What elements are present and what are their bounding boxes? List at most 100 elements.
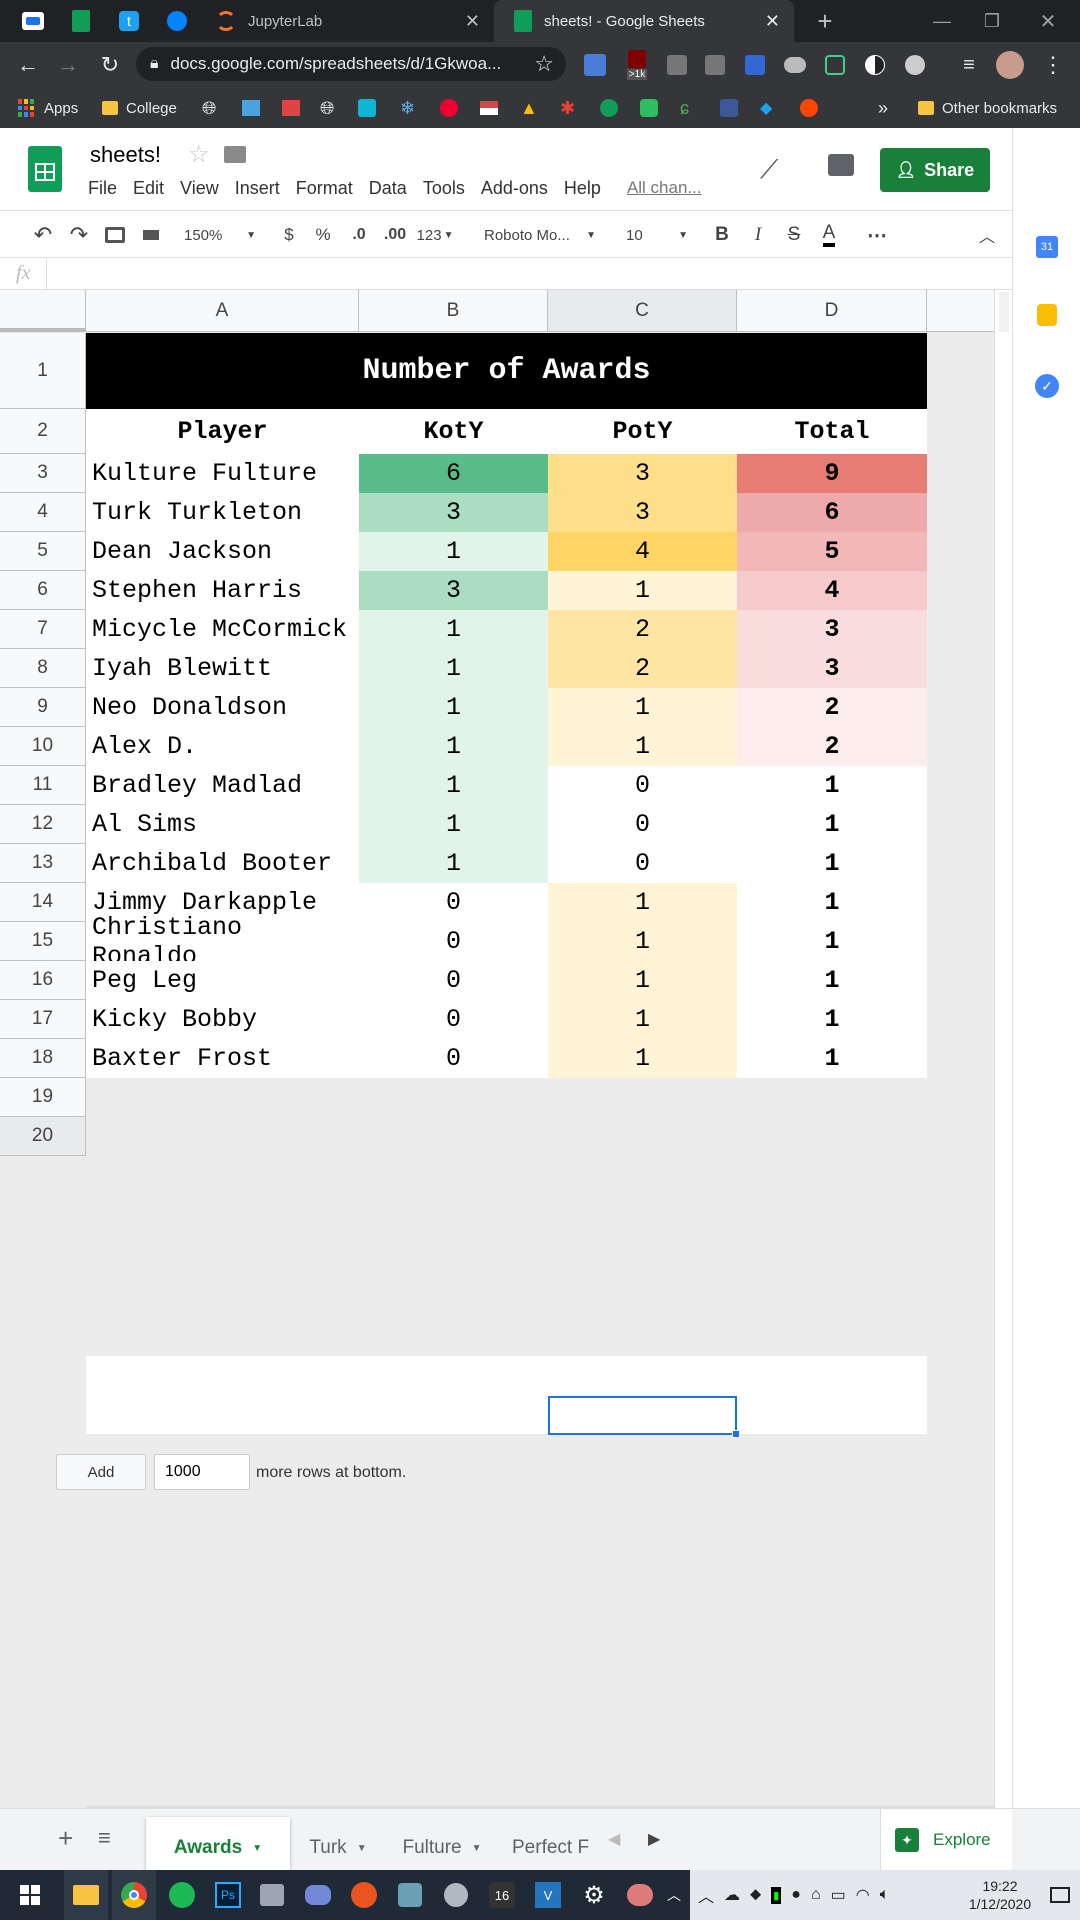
koty-cell[interactable]: 1 — [359, 610, 548, 649]
extension-f[interactable] — [898, 42, 932, 88]
add-rows-button[interactable]: Add — [56, 1454, 146, 1490]
taskbar-photoshop[interactable]: Ps — [206, 1870, 250, 1920]
taskbar-app-3[interactable] — [434, 1870, 478, 1920]
menu-data[interactable]: Data — [369, 178, 407, 199]
player-cell[interactable]: Alex D. — [86, 727, 359, 766]
poty-cell[interactable]: 1 — [548, 883, 737, 922]
tab-sheets-active[interactable]: sheets! - Google Sheets ✕ — [494, 0, 794, 42]
bookmark-twitter[interactable]: ◆ — [760, 88, 772, 128]
poty-cell[interactable]: 0 — [548, 766, 737, 805]
decrease-decimal-button[interactable]: .0 — [344, 211, 374, 259]
menu-edit[interactable]: Edit — [133, 178, 164, 199]
total-cell[interactable]: 1 — [737, 1000, 927, 1039]
koty-cell[interactable]: 3 — [359, 493, 548, 532]
fill-handle[interactable] — [732, 1430, 740, 1438]
row-header-4[interactable]: 4 — [0, 493, 86, 532]
table-title-cell[interactable]: Number of Awards — [86, 333, 927, 409]
menu-addons[interactable]: Add-ons — [481, 178, 548, 199]
koty-cell[interactable]: 0 — [359, 1000, 548, 1039]
player-cell[interactable]: Peg Leg — [86, 961, 359, 1000]
zoom-select[interactable]: 150% ▼ — [180, 211, 260, 259]
extension-translate[interactable] — [578, 42, 612, 88]
extension-e[interactable] — [818, 42, 852, 88]
player-cell[interactable]: Baxter Frost — [86, 1039, 359, 1078]
terminal-icon[interactable]: ▮ — [771, 1886, 782, 1904]
menu-format[interactable]: Format — [296, 178, 353, 199]
start-button[interactable] — [8, 1870, 52, 1920]
poty-cell[interactable]: 1 — [548, 688, 737, 727]
player-cell[interactable]: Neo Donaldson — [86, 688, 359, 727]
player-cell[interactable]: Iyah Blewitt — [86, 649, 359, 688]
new-tab-button[interactable]: + — [810, 0, 840, 42]
row-header-6[interactable]: 6 — [0, 571, 86, 610]
steam-icon[interactable]: ● — [791, 1886, 801, 1904]
strikethrough-button[interactable]: S — [780, 211, 808, 259]
extension-ublock[interactable]: >1k — [620, 42, 654, 88]
poty-cell[interactable]: 1 — [548, 1000, 737, 1039]
total-cell[interactable]: 5 — [737, 532, 927, 571]
close-icon[interactable]: ✕ — [465, 11, 480, 32]
reading-list-button[interactable]: ≡ — [952, 42, 986, 88]
poty-cell[interactable]: 1 — [548, 571, 737, 610]
bookmark-leaf[interactable]: ɕ — [680, 88, 689, 128]
player-cell[interactable]: Kicky Bobby — [86, 1000, 359, 1039]
paint-format-button[interactable] — [136, 211, 166, 259]
poty-cell[interactable]: 3 — [548, 454, 737, 493]
address-bar[interactable]: 🔒︎ docs.google.com/spreadsheets/d/1Gkwoa… — [136, 47, 566, 81]
select-all-corner[interactable] — [0, 290, 86, 332]
total-cell[interactable]: 3 — [737, 610, 927, 649]
row-header-20[interactable]: 20 — [0, 1117, 86, 1156]
total-cell[interactable]: 6 — [737, 493, 927, 532]
tab-jupyterlab[interactable]: JupyterLab ✕ — [206, 0, 494, 42]
row-header-14[interactable]: 14 — [0, 883, 86, 922]
minimize-button[interactable]: — — [922, 0, 962, 42]
poty-cell[interactable]: 0 — [548, 844, 737, 883]
scroll-thumb[interactable] — [999, 292, 1009, 332]
calendar-icon[interactable]: 31 — [1036, 236, 1058, 258]
koty-cell[interactable]: 1 — [359, 649, 548, 688]
extension-a[interactable] — [660, 42, 694, 88]
player-cell[interactable]: Kulture Fulture — [86, 454, 359, 493]
poty-cell[interactable]: 1 — [548, 727, 737, 766]
reload-button[interactable]: ↻ — [92, 42, 128, 88]
row-header-17[interactable]: 17 — [0, 1000, 86, 1039]
row-header-3[interactable]: 3 — [0, 454, 86, 493]
bookmark-globe-2[interactable]: 🌐︎ — [320, 88, 334, 128]
star-icon[interactable]: ☆ — [188, 140, 210, 169]
font-family-select[interactable]: Roboto Mo... ▼ — [480, 211, 600, 259]
pinned-tab-twitter[interactable]: t — [114, 0, 144, 42]
total-cell[interactable]: 1 — [737, 883, 927, 922]
menu-insert[interactable]: Insert — [235, 178, 280, 199]
bookmark-college[interactable]: College — [102, 88, 177, 128]
poty-cell[interactable]: 3 — [548, 493, 737, 532]
bookmark-globe-1[interactable]: 🌐︎ — [202, 88, 216, 128]
player-cell[interactable]: Archibald Booter — [86, 844, 359, 883]
player-cell[interactable]: Christiano Ronaldo — [86, 913, 359, 971]
selected-cell-c20[interactable] — [548, 1396, 740, 1438]
chrome-menu-button[interactable]: ⋮ — [1036, 42, 1070, 88]
row-header-13[interactable]: 13 — [0, 844, 86, 883]
taskbar-app-16[interactable]: 16 — [480, 1870, 524, 1920]
total-cell[interactable]: 3 — [737, 649, 927, 688]
vertical-scrollbar[interactable] — [994, 290, 1012, 1808]
total-cell[interactable]: 2 — [737, 727, 927, 766]
taskbar-app-4[interactable] — [618, 1870, 662, 1920]
extension-b[interactable] — [698, 42, 732, 88]
row-header-16[interactable]: 16 — [0, 961, 86, 1000]
bookmark-chart[interactable] — [242, 88, 260, 128]
redo-button[interactable]: ↷ — [64, 211, 94, 259]
koty-cell[interactable]: 0 — [359, 1039, 548, 1078]
extension-c[interactable] — [738, 42, 772, 88]
currency-button[interactable]: $ — [276, 211, 302, 259]
bookmark-tree[interactable]: ❄ — [400, 88, 415, 128]
bookmark-evernote[interactable] — [640, 88, 658, 128]
player-cell[interactable]: Stephen Harris — [86, 571, 359, 610]
bookmark-apps[interactable]: Apps — [18, 88, 78, 128]
close-icon[interactable]: ✕ — [765, 11, 780, 32]
koty-cell[interactable]: 1 — [359, 688, 548, 727]
poty-cell[interactable]: 1 — [548, 961, 737, 1000]
menu-file[interactable]: File — [88, 178, 117, 199]
header-koty[interactable]: KotY — [359, 409, 548, 454]
player-cell[interactable]: Turk Turkleton — [86, 493, 359, 532]
bookmark-reddit[interactable] — [800, 88, 818, 128]
